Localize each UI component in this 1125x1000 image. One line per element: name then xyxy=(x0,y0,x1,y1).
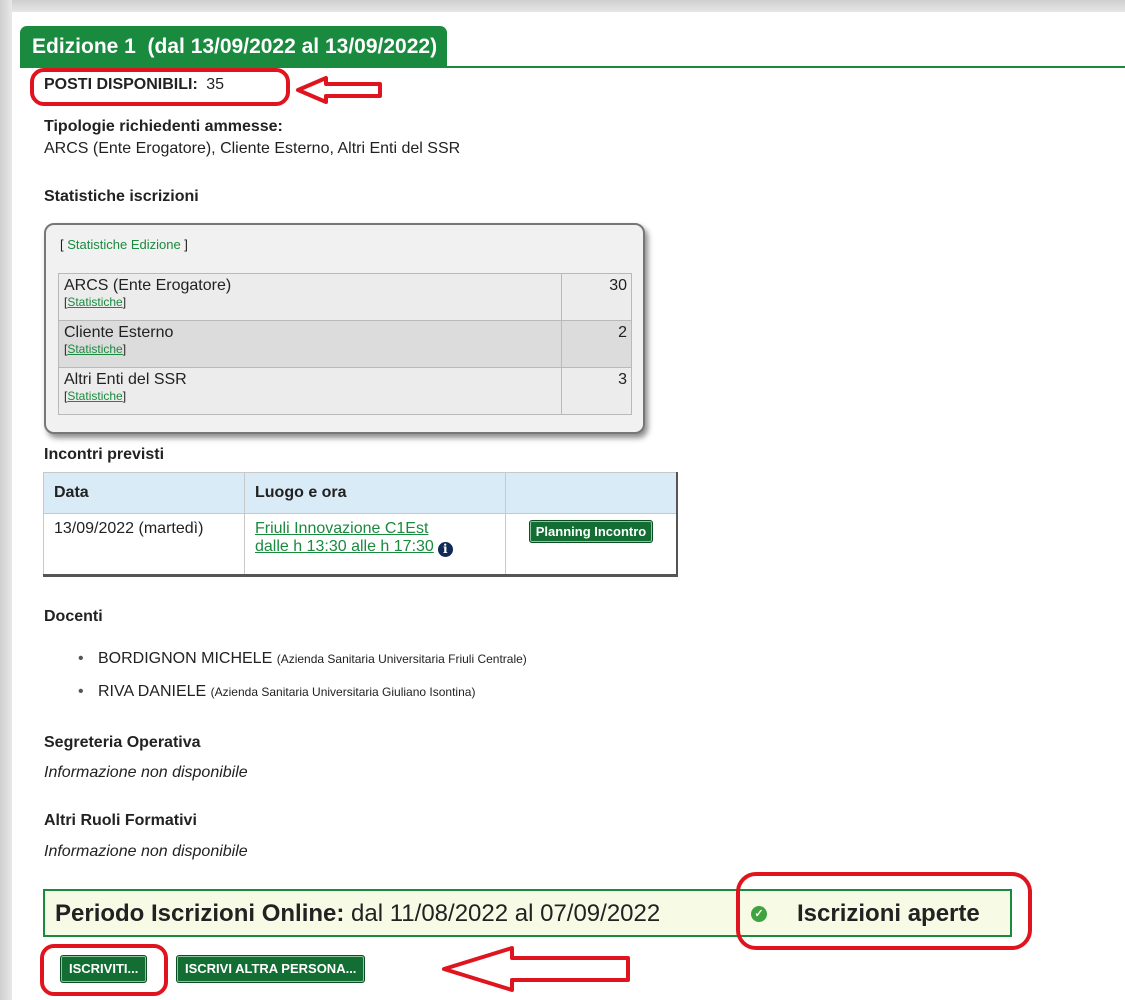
incontri-table: Data Luogo e ora 13/09/2022 (martedì) Fr… xyxy=(43,472,678,577)
stat-row-count: 2 xyxy=(561,320,632,368)
highlight-ring-posti xyxy=(30,68,290,106)
iscrivi-altra-persona-button[interactable]: ISCRIVI ALTRA PERSONA... xyxy=(176,955,366,983)
table-row: Altri Enti del SSR [Statistiche] 3 xyxy=(58,367,632,415)
stat-row-name: Cliente Esterno xyxy=(64,324,174,341)
highlight-ring-iscriviti xyxy=(40,944,168,996)
stat-row-name: ARCS (Ente Erogatore) xyxy=(64,277,232,294)
stat-cell-name: Altri Enti del SSR [Statistiche] xyxy=(58,367,562,415)
docente-org: (Azienda Sanitaria Universitaria Giulian… xyxy=(210,685,476,699)
incontro-luogo-link[interactable]: Friuli Innovazione C1Est xyxy=(255,520,495,538)
table-row: ARCS (Ente Erogatore) [Statistiche] 30 xyxy=(58,273,632,321)
docente-org: (Azienda Sanitaria Universitaria Friuli … xyxy=(276,652,527,666)
docente-name: RIVA DANIELE xyxy=(98,683,207,700)
annotation-arrow-left-icon xyxy=(442,946,630,992)
docenti-list: BORDIGNON MICHELE (Azienda Sanitaria Uni… xyxy=(78,650,527,716)
docente-name: BORDIGNON MICHELE xyxy=(98,650,273,667)
col-actions xyxy=(505,472,678,514)
planning-incontro-button[interactable]: Planning Incontro xyxy=(528,520,654,543)
highlight-ring-status xyxy=(736,872,1032,950)
edition-header: Edizione 1 (dal 13/09/2022 al 13/09/2022… xyxy=(20,26,1125,68)
table-header-row: Data Luogo e ora xyxy=(43,472,678,514)
periodo-label: Periodo Iscrizioni Online: xyxy=(55,900,345,927)
segreteria-heading: Segreteria Operativa xyxy=(44,734,201,751)
col-luogo: Luogo e ora xyxy=(244,472,506,514)
edition-title: Edizione 1 (dal 13/09/2022 al 13/09/2022… xyxy=(32,35,438,58)
incontri-heading: Incontri previsti xyxy=(44,446,165,463)
statistiche-edizione-link[interactable]: Statistiche Edizione xyxy=(67,237,180,252)
list-item: BORDIGNON MICHELE (Azienda Sanitaria Uni… xyxy=(78,650,527,683)
col-data: Data xyxy=(43,472,245,514)
stat-row-link[interactable]: Statistiche xyxy=(67,295,122,309)
incontro-data: 13/09/2022 (martedì) xyxy=(43,513,245,576)
statistiche-heading: Statistiche iscrizioni xyxy=(44,188,199,205)
docenti-heading: Docenti xyxy=(44,608,103,625)
incontro-luogo-cell: Friuli Innovazione C1Est dalle h 13:30 a… xyxy=(244,513,506,576)
stat-row-link[interactable]: Statistiche xyxy=(67,389,122,403)
tipologie-heading: Tipologie richiedenti ammesse: xyxy=(44,118,283,135)
window-frame-top xyxy=(0,0,1125,12)
stat-cell-name: ARCS (Ente Erogatore) [Statistiche] xyxy=(58,273,562,321)
tipologie-value: ARCS (Ente Erogatore), Cliente Esterno, … xyxy=(44,140,461,157)
statistiche-edizione-wrapper: [ Statistiche Edizione ] xyxy=(60,237,188,252)
altri-ruoli-heading: Altri Ruoli Formativi xyxy=(44,812,197,829)
altri-ruoli-value: Informazione non disponibile xyxy=(44,843,248,860)
info-icon[interactable]: i xyxy=(437,542,453,557)
table-row: 13/09/2022 (martedì) Friuli Innovazione … xyxy=(43,513,678,576)
list-item: RIVA DANIELE (Azienda Sanitaria Universi… xyxy=(78,683,527,716)
stat-row-count: 30 xyxy=(561,273,632,321)
stat-row-link[interactable]: Statistiche xyxy=(67,342,122,356)
segreteria-value: Informazione non disponibile xyxy=(44,764,248,781)
statistics-box: [ Statistiche Edizione ] ARCS (Ente Erog… xyxy=(44,223,645,434)
stat-cell-name: Cliente Esterno [Statistiche] xyxy=(58,320,562,368)
periodo-value: dal 11/08/2022 al 07/09/2022 xyxy=(351,900,661,927)
stat-row-count: 3 xyxy=(561,367,632,415)
incontro-actions: Planning Incontro xyxy=(505,513,678,576)
window-frame-left xyxy=(0,0,12,1000)
annotation-arrow-left-icon xyxy=(296,76,382,104)
stat-row-name: Altri Enti del SSR xyxy=(64,371,187,388)
edition-tab: Edizione 1 (dal 13/09/2022 al 13/09/2022… xyxy=(20,26,448,66)
incontro-ora-link[interactable]: dalle h 13:30 alle h 17:30 xyxy=(255,538,434,555)
table-row: Cliente Esterno [Statistiche] 2 xyxy=(58,320,632,368)
statistics-table: ARCS (Ente Erogatore) [Statistiche] 30 C… xyxy=(58,273,632,415)
